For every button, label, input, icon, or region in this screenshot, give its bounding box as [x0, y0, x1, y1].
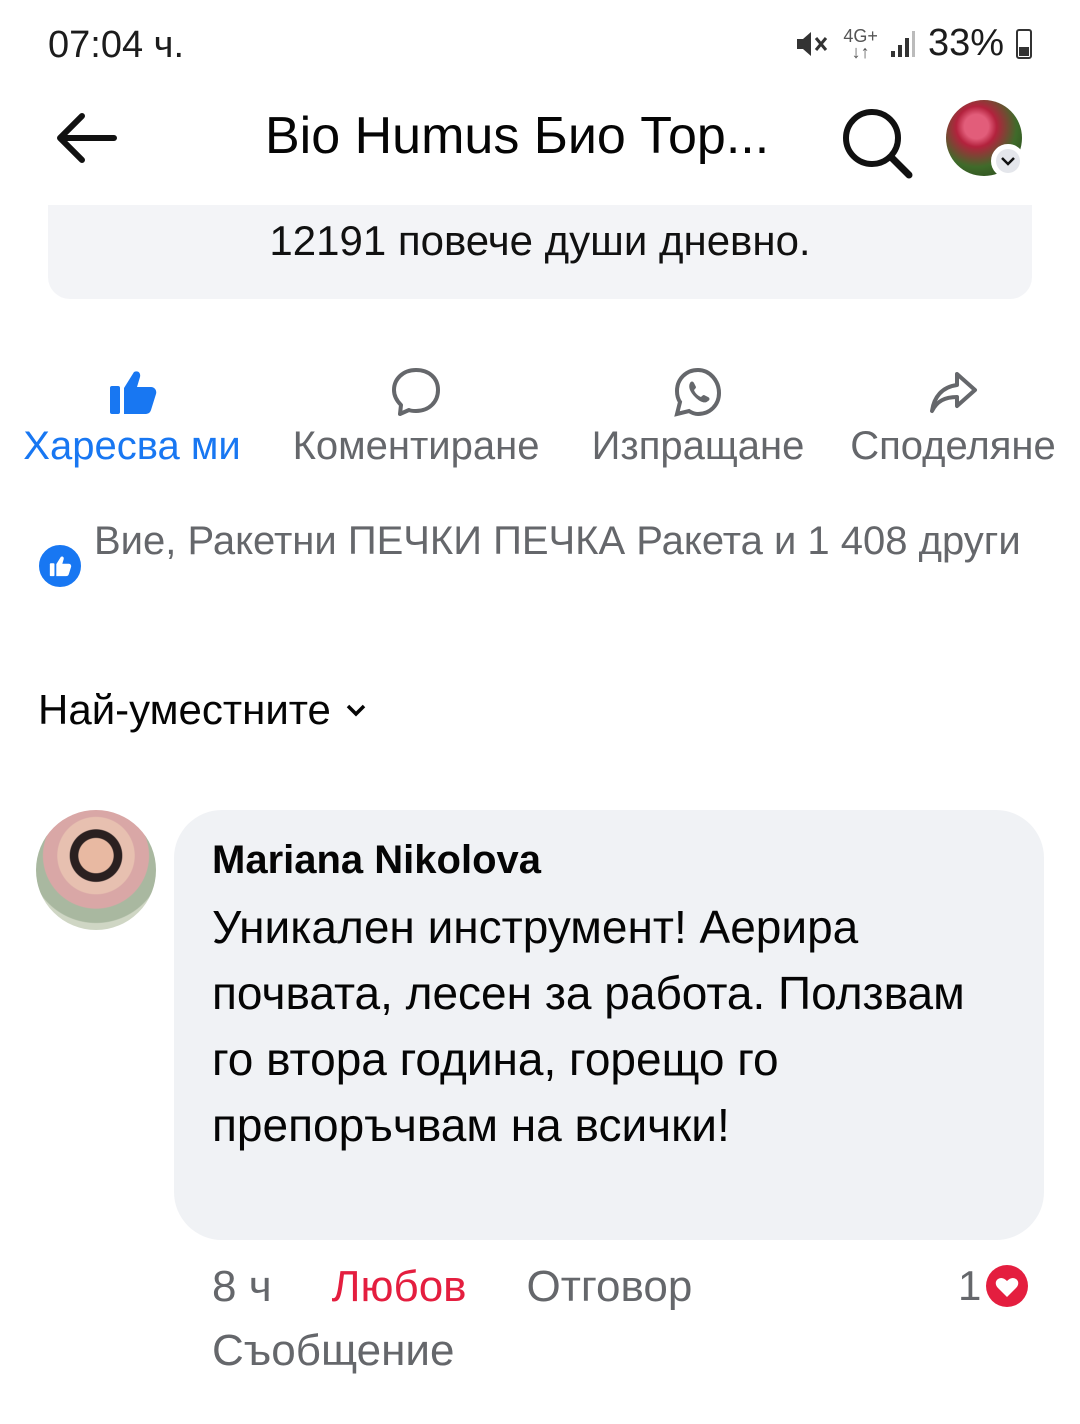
whatsapp-icon — [674, 367, 722, 417]
likes-summary[interactable]: Вие, Ракетни ПЕЧКИ ПЕЧКА Ракета и 1 408 … — [94, 514, 1044, 568]
heart-icon — [983, 1262, 1032, 1310]
page-title[interactable]: Bio Humus Био Тор... — [265, 106, 769, 166]
comment-author[interactable]: Mariana Nikolova — [212, 838, 541, 883]
back-arrow-icon[interactable] — [52, 108, 122, 168]
message-button[interactable]: Съобщение — [212, 1326, 454, 1376]
search-icon[interactable] — [838, 104, 914, 180]
comment-button[interactable]: Коментиране — [282, 366, 550, 469]
comment-time: 8 ч — [212, 1262, 272, 1311]
comment-actions: 8 ч Любов Отговор — [212, 1262, 692, 1312]
chevron-down-icon[interactable] — [991, 144, 1025, 178]
thumbs-up-icon — [110, 371, 157, 414]
share-icon — [930, 372, 977, 413]
sort-label: Най-уместните — [38, 686, 331, 733]
reply-button[interactable]: Отговор — [527, 1262, 693, 1312]
battery-percent: 33% — [927, 22, 1004, 64]
mute-icon — [797, 31, 828, 56]
post-text-card: 12191 повече души дневно. — [48, 205, 1032, 299]
like-button[interactable]: Харесва ми — [16, 366, 248, 469]
love-reaction-button[interactable]: Любов — [332, 1262, 467, 1312]
send-button[interactable]: Изпращане — [582, 366, 814, 469]
reaction-count: 1 — [958, 1262, 982, 1309]
comment-sort-dropdown[interactable]: Най-уместните — [38, 686, 367, 734]
share-label: Споделяне — [850, 424, 1056, 468]
commenter-avatar[interactable] — [36, 810, 156, 930]
battery-icon — [1016, 28, 1032, 59]
like-label: Харесва ми — [23, 424, 241, 468]
comment-icon — [392, 368, 440, 416]
status-icons: 4G+ ↓↑ 33% — [795, 22, 1032, 65]
chevron-down-icon — [346, 704, 366, 717]
comment-label: Коментиране — [292, 424, 540, 468]
status-time: 07:04 ч. — [48, 24, 185, 66]
network-type: 4G+ ↓↑ — [843, 25, 878, 62]
like-reaction-icon — [36, 542, 84, 590]
post-text: 12191 повече души дневно. — [269, 217, 811, 264]
share-button[interactable]: Споделяне — [842, 366, 1064, 469]
comment-reactions[interactable]: 1 — [958, 1262, 1032, 1310]
signal-icon — [890, 30, 915, 57]
send-label: Изпращане — [591, 424, 805, 468]
comment-text: Уникален инструмент! Аерира почвата, лес… — [212, 901, 965, 1151]
comment-bubble[interactable]: Mariana Nikolova Уникален инструмент! Ае… — [174, 810, 1044, 1240]
